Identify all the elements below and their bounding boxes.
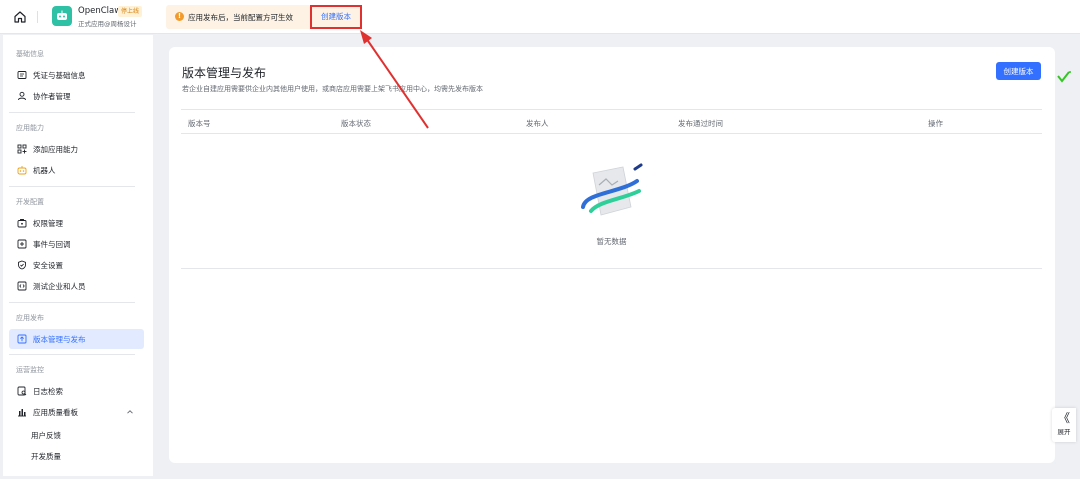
sidebar-item-label: 凭证与基础信息: [33, 70, 86, 80]
shield-icon: [17, 260, 27, 270]
app-status-badge: 停上线: [118, 6, 143, 17]
divider: [9, 186, 135, 187]
column-header-publisher: 发布人: [526, 119, 549, 128]
section-title-ops: 运营监控: [16, 366, 44, 374]
divider: [9, 354, 135, 355]
card-icon: [17, 70, 27, 80]
top-bar: OpenClaw 停上线 正式应用@周杨设计 ! 应用发布后，当前配置方可生效 …: [0, 0, 1080, 34]
plus-box-icon: [17, 239, 27, 249]
empty-document-icon: [579, 159, 645, 225]
expand-label: 展开: [1057, 428, 1071, 436]
divider: [37, 11, 38, 23]
sidebar: 基础信息 凭证与基础信息 协作者管理 应用能力 添加应用能力 机器人 开发配置 …: [3, 35, 153, 476]
lock-box-icon: [17, 218, 27, 228]
sidebar-item-credentials[interactable]: 凭证与基础信息: [9, 65, 144, 85]
notice-text: 应用发布后，当前配置方可生效: [188, 13, 293, 22]
sidebar-item-label: 应用质量看板: [33, 407, 78, 417]
divider: [9, 302, 135, 303]
page-description: 若企业自建应用需要供企业内其他用户使用，或商店应用需要上架飞书应用中心，均需先发…: [182, 85, 483, 93]
sidebar-item-label: 版本管理与发布: [33, 334, 86, 344]
sidebar-item-label: 机器人: [33, 165, 56, 175]
robot-icon: [17, 165, 27, 175]
sidebar-item-label: 测试企业和人员: [33, 281, 86, 291]
sidebar-item-quality[interactable]: 应用质量看板: [9, 402, 144, 422]
sidebar-subitem-dev-quality[interactable]: 开发质量: [31, 451, 61, 462]
column-header-approved-time: 发布通过时间: [678, 119, 723, 128]
expand-panel-button[interactable]: 《 展开: [1052, 408, 1076, 442]
sidebar-item-logs[interactable]: 日志检索: [9, 381, 144, 401]
warning-icon: !: [175, 12, 184, 21]
grid-plus-icon: [17, 144, 27, 154]
app-subtitle: 正式应用@周杨设计: [78, 20, 137, 28]
app-name: OpenClaw: [78, 6, 122, 16]
section-title-ability: 应用能力: [16, 124, 44, 132]
sidebar-item-events[interactable]: 事件与回调: [9, 234, 144, 254]
sidebar-item-test-enterprise[interactable]: 测试企业和人员: [9, 276, 144, 296]
empty-state: 暂无数据: [181, 134, 1042, 269]
table-header: 版本号 版本状态 发布人 发布通过时间 操作: [181, 109, 1042, 134]
notice-create-version-link[interactable]: 创建版本: [310, 5, 362, 29]
code-box-icon: [17, 281, 27, 291]
column-header-actions: 操作: [928, 119, 943, 128]
sidebar-item-add-ability[interactable]: 添加应用能力: [9, 139, 144, 159]
section-title-dev: 开发配置: [16, 198, 44, 206]
sidebar-item-bot[interactable]: 机器人: [9, 160, 144, 180]
sidebar-item-collaborators[interactable]: 协作者管理: [9, 86, 144, 106]
log-search-icon: [17, 386, 27, 396]
upload-box-icon: [17, 334, 27, 344]
sidebar-item-label: 权限管理: [33, 218, 63, 228]
sidebar-item-version-mgmt[interactable]: 版本管理与发布: [9, 329, 144, 349]
page-title: 版本管理与发布: [182, 66, 267, 80]
sidebar-item-label: 协作者管理: [33, 91, 71, 101]
floating-logo-icon[interactable]: [1056, 70, 1072, 87]
column-header-status: 版本状态: [341, 119, 371, 128]
empty-state-text: 暂无数据: [596, 237, 627, 246]
home-icon[interactable]: [12, 9, 28, 25]
sidebar-item-label: 添加应用能力: [33, 144, 78, 154]
sidebar-item-security[interactable]: 安全设置: [9, 255, 144, 275]
double-chevron-left-icon: 《: [1057, 411, 1070, 425]
app-logo-icon: [52, 6, 72, 26]
create-version-button[interactable]: 创建版本: [996, 62, 1041, 80]
sidebar-item-label: 日志检索: [33, 386, 63, 396]
section-title-basic: 基础信息: [16, 50, 44, 58]
sidebar-subitem-feedback[interactable]: 用户反馈: [31, 430, 61, 441]
chevron-up-icon[interactable]: [126, 408, 134, 418]
sidebar-item-label: 事件与回调: [33, 239, 71, 249]
section-title-publish: 应用发布: [16, 314, 44, 322]
user-icon: [17, 91, 27, 101]
main-card: 版本管理与发布 若企业自建应用需要供企业内其他用户使用，或商店应用需要上架飞书应…: [169, 47, 1055, 463]
divider: [9, 112, 135, 113]
bar-chart-icon: [17, 407, 27, 417]
sidebar-item-permissions[interactable]: 权限管理: [9, 213, 144, 233]
sidebar-item-label: 安全设置: [33, 260, 63, 270]
column-header-version: 版本号: [188, 119, 211, 128]
